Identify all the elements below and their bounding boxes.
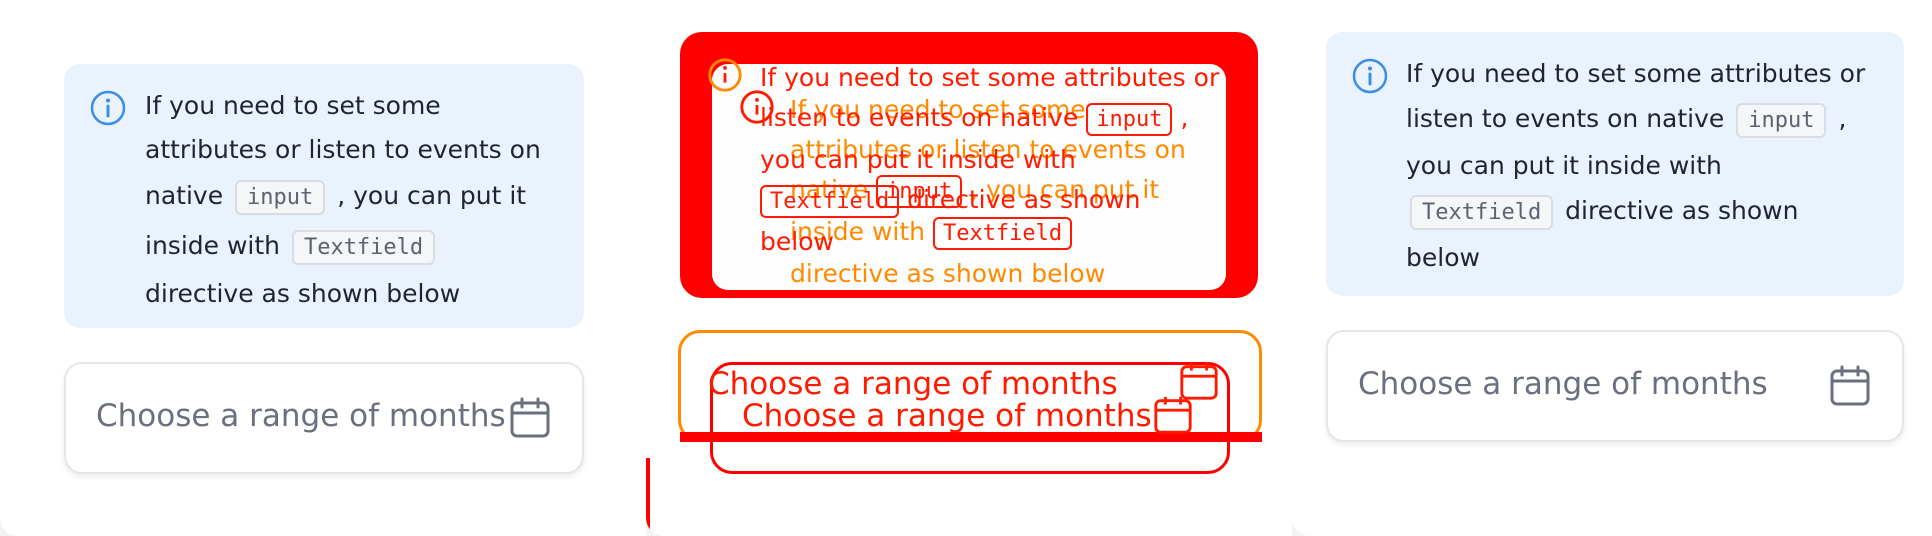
field-placeholder: Choose a range of months (742, 398, 1152, 434)
callout-line: Textfield directive as shown (1406, 188, 1886, 236)
diff-panel: If you need to set some attributes or li… (646, 0, 1292, 536)
month-range-field[interactable]: Choose a range of months (1326, 330, 1904, 442)
callout-line: attributes or listen to events on (145, 135, 541, 164)
info-icon (740, 90, 774, 124)
info-icon (90, 90, 126, 126)
code-textfield: Textfield (291, 230, 436, 265)
calendar-icon[interactable] (1828, 364, 1872, 408)
diff-edge-mark (646, 458, 650, 536)
code-input: input (1736, 103, 1827, 138)
calendar-icon[interactable] (508, 396, 552, 440)
info-callout: If you need to set some attributes or li… (64, 64, 584, 328)
callout-line: inside with Textfield (145, 222, 565, 272)
calendar-icon (1154, 396, 1192, 434)
right-panel: If you need to set some attributes or li… (1292, 0, 1932, 536)
callout-line: native input , you can put it (145, 172, 565, 222)
info-callout: If you need to set some attributes or li… (1326, 32, 1904, 296)
callout-line: directive as shown below (145, 279, 461, 308)
code-textfield: Textfield (1410, 195, 1554, 230)
callout-line: listen to events on native input , (1406, 96, 1886, 144)
callout-line: you can put it inside with (1406, 151, 1722, 180)
info-icon (1352, 58, 1388, 94)
callout-line: If you need to set some (145, 91, 441, 120)
code-input: input (235, 180, 326, 215)
field-placeholder: Choose a range of months (1358, 366, 1768, 402)
field-placeholder: Choose a range of months (96, 398, 506, 434)
left-panel: If you need to set some attributes or li… (0, 0, 646, 536)
month-range-field[interactable]: Choose a range of months (64, 362, 584, 474)
callout-line: If you need to set some attributes or (1406, 59, 1866, 88)
callout-line: below (1406, 243, 1480, 272)
callout-text: If you need to set some attributes or li… (1406, 52, 1886, 280)
diff-text-shifted: If you need to set some attributes or li… (760, 63, 1220, 256)
callout-text: If you need to set some attributes or li… (145, 84, 565, 316)
